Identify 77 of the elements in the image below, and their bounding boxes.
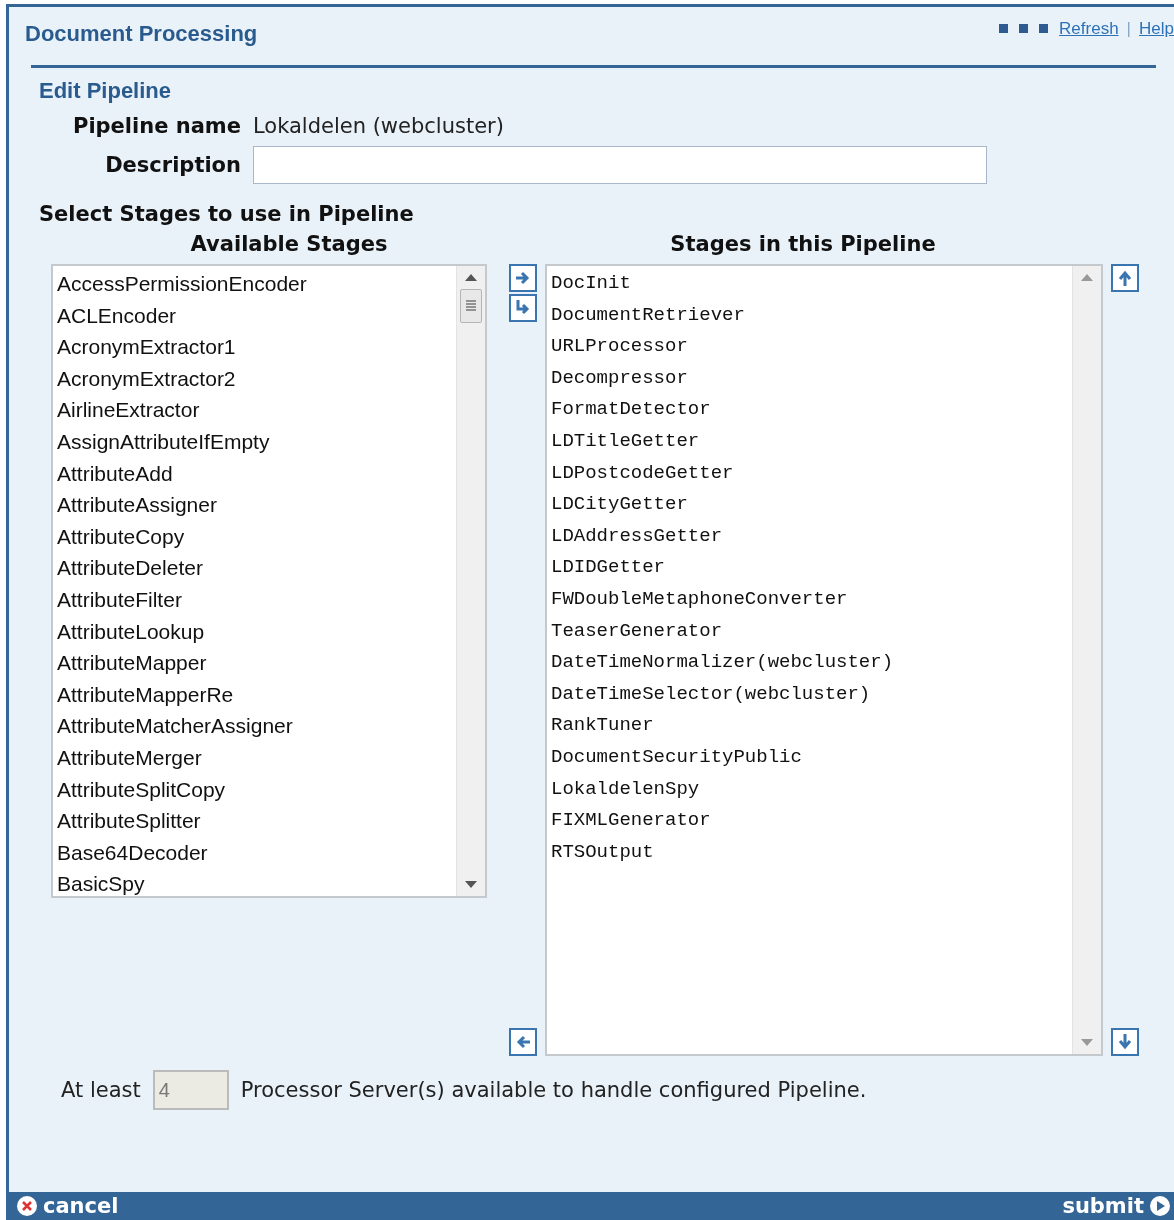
list-item[interactable]: DocumentRetriever	[551, 299, 1068, 332]
list-item[interactable]: BasicSpy	[57, 868, 452, 896]
field-label: Pipeline name	[72, 114, 241, 138]
list-item[interactable]: AttributeSplitCopy	[57, 773, 452, 806]
list-item[interactable]: DocumentSecurityPublic	[551, 741, 1068, 774]
right-arrow-icon	[514, 269, 532, 287]
list-item[interactable]: Base64Decoder	[57, 836, 452, 869]
list-heading: Stages in this Pipeline	[669, 232, 937, 256]
list-item[interactable]: LDPostcodeGetter	[551, 457, 1068, 490]
list-item[interactable]: AttributeFilter	[57, 583, 452, 616]
list-item[interactable]: URLProcessor	[551, 331, 1068, 363]
grip-icon	[466, 300, 476, 312]
list-item[interactable]: LDAddressGetter	[551, 520, 1068, 553]
list-item[interactable]: LDCityGetter	[551, 489, 1068, 521]
section-title: Edit Pipeline	[39, 78, 173, 104]
list-item[interactable]: LDTitleGetter	[551, 425, 1068, 458]
list-item[interactable]: AcronymExtractor1	[57, 331, 452, 363]
list-item[interactable]: ACLEncoder	[57, 299, 452, 332]
list-item[interactable]: AttributeMapper	[57, 647, 452, 679]
list-item[interactable]: TeaserGenerator	[551, 615, 1068, 648]
list-item[interactable]: LDIDGetter	[551, 552, 1068, 584]
field-label: Description	[104, 153, 241, 177]
list-item[interactable]: AttributeMerger	[57, 741, 452, 774]
play-icon	[1150, 1196, 1170, 1216]
scrollbar[interactable]	[456, 266, 485, 896]
list-item[interactable]: FIXMLGenerator	[551, 805, 1068, 837]
list-item[interactable]: LokaldelenSpy	[551, 773, 1068, 806]
page-title: Document Processing	[25, 21, 258, 47]
list-item[interactable]: DocInit	[551, 268, 1068, 300]
list-item[interactable]: AttributeAssigner	[57, 489, 452, 521]
servers-prefix: At least	[61, 1078, 141, 1102]
description-field[interactable]	[253, 146, 987, 184]
pipeline-name: Lokaldelen (webcluster)	[253, 114, 505, 138]
list-item[interactable]: AttributeDeleter	[57, 552, 452, 584]
remove-button[interactable]	[509, 1028, 537, 1056]
close-icon	[17, 1196, 37, 1216]
list-item[interactable]: RTSOutput	[551, 836, 1068, 869]
pipeline-stages-list[interactable]	[545, 264, 1103, 1056]
cancel-button[interactable]: cancel	[17, 1194, 119, 1218]
turn-arrow-icon	[514, 299, 532, 317]
available-stages-list[interactable]	[51, 264, 487, 898]
scroll-up-icon	[1081, 274, 1093, 281]
list-heading: Available Stages	[189, 232, 389, 256]
stages-heading: Select Stages to use in Pipeline	[39, 202, 415, 226]
servers-text: Processor Server(s) available to handle configured Pipeline.	[240, 1078, 867, 1102]
down-arrow-icon	[1116, 1033, 1134, 1051]
list-item[interactable]: FWDoubleMetaphoneConverter	[551, 583, 1068, 616]
list-item[interactable]: FormatDetector	[551, 394, 1068, 426]
scroll-up-icon	[465, 274, 477, 281]
list-item[interactable]: AirlineExtractor	[57, 394, 452, 426]
list-item[interactable]: AttributeLookup	[57, 615, 452, 648]
add-button[interactable]	[509, 264, 537, 292]
list-item[interactable]: DateTimeSelector(webcluster)	[551, 678, 1068, 711]
scrollbar[interactable]	[1072, 266, 1101, 1054]
submit-button[interactable]: submit	[1062, 1194, 1170, 1218]
list-item[interactable]: AttributeMatcherAssigner	[57, 710, 452, 742]
up-arrow-icon	[1116, 269, 1134, 287]
link-separator: |	[1126, 19, 1132, 39]
move-up-button[interactable]	[1111, 264, 1139, 292]
list-item[interactable]: AssignAttributeIfEmpty	[57, 425, 452, 458]
list-item[interactable]: Decompressor	[551, 362, 1068, 395]
scroll-thumb[interactable]	[460, 289, 482, 323]
scroll-down-icon	[465, 881, 477, 888]
list-item[interactable]: AttributeSplitter	[57, 805, 452, 837]
help-link[interactable]: Help	[1139, 19, 1174, 39]
list-item[interactable]: RankTuner	[551, 710, 1068, 742]
list-item[interactable]: AcronymExtractor2	[57, 362, 452, 395]
move-down-button[interactable]	[1111, 1028, 1139, 1056]
insert-button[interactable]	[509, 294, 537, 322]
scroll-down-icon	[1081, 1039, 1093, 1046]
list-item[interactable]: AttributeMapperRe	[57, 678, 452, 711]
list-item[interactable]: AccessPermissionEncoder	[57, 268, 452, 300]
left-arrow-icon	[514, 1033, 532, 1051]
list-item[interactable]: AttributeAdd	[57, 457, 452, 490]
list-item[interactable]: DateTimeNormalizer(webcluster)	[551, 647, 1068, 679]
list-item[interactable]: AttributeCopy	[57, 520, 452, 553]
refresh-link[interactable]: Refresh	[1059, 19, 1119, 39]
